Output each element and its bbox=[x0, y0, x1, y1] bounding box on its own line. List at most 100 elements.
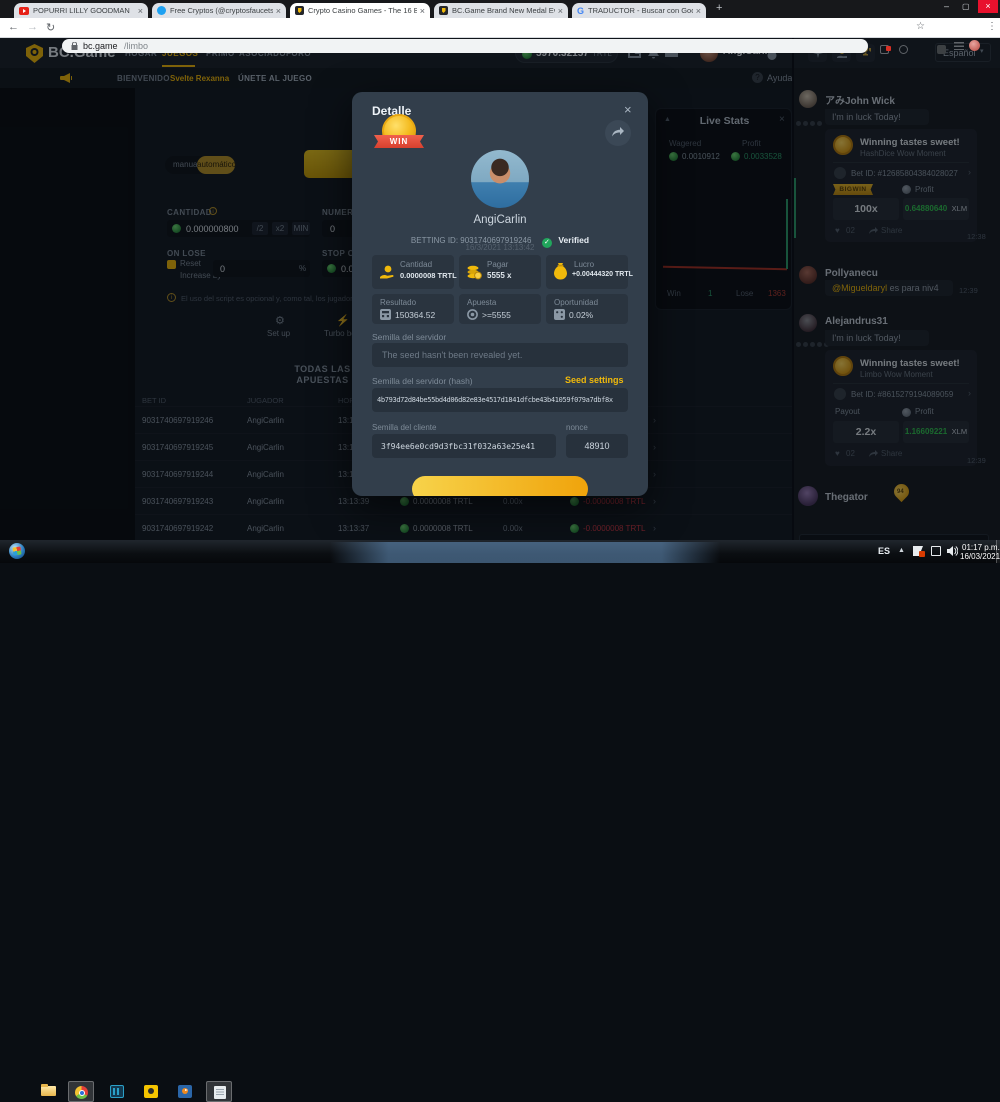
url-path: /limbo bbox=[124, 41, 148, 51]
tray-clock-date[interactable]: 16/03/2021 bbox=[960, 552, 1000, 561]
stat-value: 150364.52 bbox=[395, 310, 435, 320]
reload-button[interactable]: ↻ bbox=[46, 21, 55, 34]
modal-share-button[interactable] bbox=[605, 120, 631, 146]
taskbar-notepad[interactable] bbox=[206, 1081, 232, 1102]
win-badge-label: WIN bbox=[376, 137, 422, 146]
target-icon bbox=[467, 309, 478, 320]
modal-datetime: 16/3/2021 13:13:42 bbox=[352, 243, 648, 252]
taskbar-chrome[interactable] bbox=[68, 1081, 94, 1102]
hand-coin-icon bbox=[379, 264, 395, 280]
bookmark-star-icon[interactable]: ☆ bbox=[916, 21, 925, 32]
google-icon: G bbox=[577, 6, 584, 16]
address-bar[interactable]: bc.game /limbo bbox=[62, 39, 868, 53]
modal-user-avatar bbox=[471, 150, 529, 208]
bcgame-favicon bbox=[295, 6, 304, 15]
tab-title: TRADUCTOR - Buscar con Googl bbox=[588, 6, 693, 15]
tab-close-icon[interactable]: × bbox=[135, 6, 143, 16]
modal-close-icon[interactable]: × bbox=[624, 102, 632, 117]
client-seed-label: Semilla del cliente bbox=[372, 423, 436, 432]
tab-youtube[interactable]: POPURRI LILLY GOODMAN × bbox=[14, 3, 148, 18]
stat-value: >=5555 bbox=[482, 310, 511, 320]
window-close-button[interactable]: × bbox=[978, 0, 998, 13]
tray-network-icon[interactable] bbox=[931, 546, 941, 556]
window-minimize-button[interactable]: – bbox=[944, 1, 949, 11]
bet-detail-modal: Detalle × WIN AngiCarlin BETTING ID: 903… bbox=[352, 92, 648, 496]
client-seed-field[interactable]: 3f94ee6e0cd9d3fbc31f032a63e25e41 bbox=[372, 434, 556, 458]
browser-menu-icon[interactable]: ⋮ bbox=[987, 21, 997, 32]
coins-icon bbox=[466, 264, 482, 280]
forward-button[interactable]: → bbox=[27, 21, 38, 33]
stat-value: 5555 x bbox=[487, 271, 511, 280]
tab-bcgame-active[interactable]: Crypto Casino Games - The 16 B × bbox=[290, 3, 430, 18]
server-seed-hash-value: 4b793d72d84be55bd4d06d82e83e4517d1841dfc… bbox=[377, 396, 613, 404]
tray-alert-badge bbox=[919, 551, 925, 557]
tab-title: POPURRI LILLY GOODMAN bbox=[33, 6, 130, 15]
stat-label: Lucro bbox=[574, 260, 594, 269]
nonce-value: 48910 bbox=[584, 441, 609, 451]
tab-strip: POPURRI LILLY GOODMAN × Free Cryptos (@c… bbox=[0, 0, 1000, 18]
page: BC.Game HOGAR JUEGOS ▾ PRIMO ASOCIADO FO… bbox=[0, 38, 1000, 540]
new-tab-button[interactable]: + bbox=[716, 2, 722, 14]
extension-history-icon[interactable] bbox=[899, 41, 908, 59]
server-seed-hash-field[interactable]: 4b793d72d84be55bd4d06d82e83e4517d1841dfc… bbox=[372, 388, 628, 412]
taskbar-explorer[interactable] bbox=[36, 1081, 62, 1102]
stat-label: Resultado bbox=[380, 298, 416, 307]
tab-title: Crypto Casino Games - The 16 B bbox=[308, 6, 417, 15]
stat-label: Oportunidad bbox=[554, 298, 598, 307]
verify-button[interactable] bbox=[412, 476, 588, 496]
dice-icon bbox=[554, 309, 565, 320]
stat-card-lucro: Lucro +0.00444320 TRTL bbox=[546, 255, 628, 289]
server-seed-hash-label: Semilla del servidor (hash) bbox=[372, 376, 473, 386]
tray-expand-icon[interactable]: ▲ bbox=[898, 547, 905, 554]
tray-clock-time[interactable]: 01:17 p.m. bbox=[962, 543, 1000, 552]
twitter-icon bbox=[157, 6, 166, 15]
browser-toolbar: ← → ↻ bc.game /limbo ☆ ⋮ bbox=[0, 18, 1000, 38]
server-seed-value: The seed hasn't been revealed yet. bbox=[382, 350, 522, 360]
taskbar-video-app[interactable] bbox=[104, 1081, 130, 1102]
stat-card-pagar: Pagar 5555 x bbox=[459, 255, 541, 289]
tab-bcgame2[interactable]: BC.Game Brand New Medal Even × bbox=[434, 3, 568, 18]
tray-volume-icon[interactable] bbox=[947, 546, 958, 556]
show-desktop-button[interactable] bbox=[996, 540, 1000, 563]
server-seed-field[interactable]: The seed hasn't been revealed yet. bbox=[372, 343, 628, 367]
nonce-label: nonce bbox=[566, 423, 588, 432]
back-button[interactable]: ← bbox=[8, 21, 19, 33]
stat-card-oportunidad: Oportunidad 0.02% bbox=[546, 294, 628, 324]
stat-card-resultado: Resultado 150364.52 bbox=[372, 294, 454, 324]
win-medal: WIN bbox=[376, 112, 422, 158]
tab-close-icon[interactable]: × bbox=[273, 6, 281, 16]
stat-value: 0.02% bbox=[569, 310, 593, 320]
extension-puzzle-icon[interactable] bbox=[937, 41, 946, 59]
taskbar: ES ▲ 01:17 p.m. 16/03/2021 bbox=[0, 540, 1000, 563]
start-button[interactable] bbox=[9, 543, 25, 559]
tab-twitter[interactable]: Free Cryptos (@cryptosfaucets) / × bbox=[152, 3, 286, 18]
stat-label: Apuesta bbox=[467, 298, 496, 307]
taskbar-player-yellow[interactable] bbox=[138, 1081, 164, 1102]
seed-settings-link[interactable]: Seed settings bbox=[565, 375, 624, 385]
money-bag-icon bbox=[553, 263, 568, 280]
tab-close-icon[interactable]: × bbox=[693, 6, 701, 16]
server-seed-label: Semilla del servidor bbox=[372, 332, 446, 342]
tab-title: BC.Game Brand New Medal Even bbox=[452, 6, 555, 15]
profile-avatar[interactable] bbox=[969, 40, 980, 51]
tab-google[interactable]: G TRADUCTOR - Buscar con Googl × bbox=[572, 3, 706, 18]
taskbar-glass-glow bbox=[330, 542, 720, 563]
bcgame-favicon bbox=[439, 6, 448, 15]
nonce-field[interactable]: 48910 bbox=[566, 434, 628, 458]
tab-close-icon[interactable]: × bbox=[417, 6, 425, 16]
tab-title: Free Cryptos (@cryptosfaucets) / bbox=[170, 6, 273, 15]
stat-label: Cantidad bbox=[400, 260, 432, 269]
taskbar-language[interactable]: ES bbox=[878, 546, 890, 556]
stat-value: 0.0000008 TRTL bbox=[400, 271, 457, 280]
stat-label: Pagar bbox=[487, 260, 508, 269]
reading-list-icon[interactable] bbox=[954, 42, 964, 50]
window-maximize-button[interactable]: ▢ bbox=[962, 2, 970, 11]
lock-icon bbox=[71, 42, 78, 50]
tab-close-icon[interactable]: × bbox=[555, 6, 563, 16]
stat-card-apuesta: Apuesta >=5555 bbox=[459, 294, 541, 324]
taskbar-media-player[interactable] bbox=[172, 1081, 198, 1102]
url-domain: bc.game bbox=[83, 41, 118, 51]
client-seed-value: 3f94ee6e0cd9d3fbc31f032a63e25e41 bbox=[381, 442, 535, 451]
calculator-icon bbox=[380, 309, 391, 320]
extension-translate-icon[interactable] bbox=[880, 41, 889, 59]
